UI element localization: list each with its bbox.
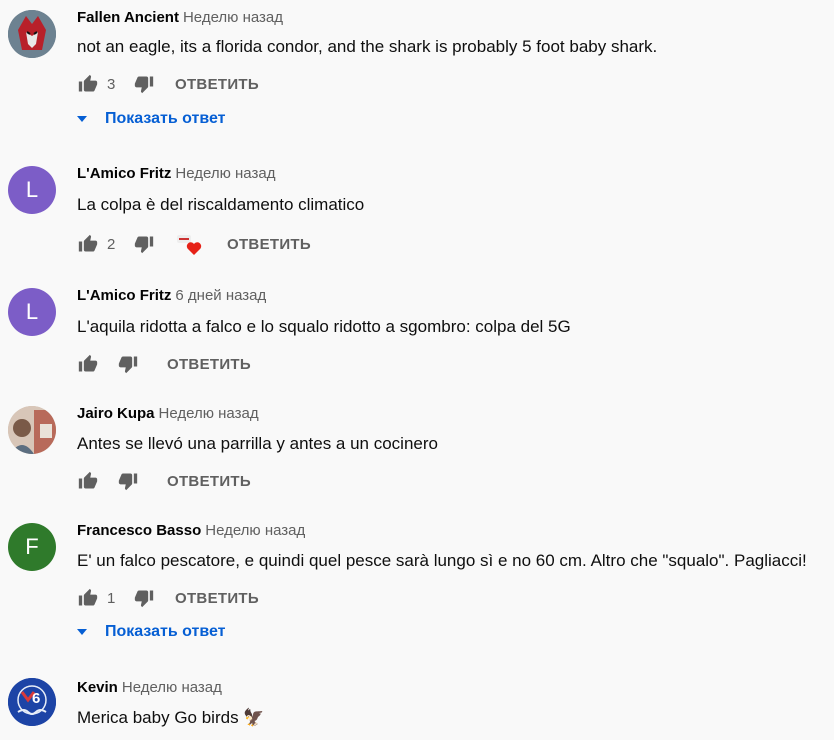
avatar-letter: L [25,299,39,324]
thumbs-down-icon[interactable] [133,233,155,255]
thumbs-up-icon[interactable] [77,470,99,492]
avatar-number: 6 [32,690,41,707]
comment-header: L'Amico Fritz 6 дней назад [77,287,266,304]
robot-mask-avatar-icon[interactable] [8,10,56,58]
timestamp[interactable]: Неделю назад [205,522,305,539]
thumbs-up-icon[interactable] [77,233,99,255]
timestamp[interactable]: Неделю назад [159,405,259,422]
comment-text: Merica baby Go birds 🦅 [77,708,265,727]
comment-text: not an eagle, its a florida condor, and … [77,37,658,56]
like-count: 3 [107,75,116,93]
author-name[interactable]: Jairo Kupa [77,405,155,422]
thumbs-down-icon[interactable] [133,73,155,95]
letter-avatar-icon[interactable]: L [8,166,56,214]
author-name[interactable]: L'Amico Fritz [77,287,171,304]
thumbs-down-icon[interactable] [117,353,139,375]
comment-text: La colpa è del riscaldamento climatico [77,195,365,214]
reply-button[interactable]: ОТВЕТИТЬ [167,473,251,490]
comment-text: E' un falco pescatore, e quindi quel pes… [77,551,807,570]
comment-actions: 1 ОТВЕТИТЬ [77,586,259,610]
show-replies-label: Показать ответ [105,110,226,127]
thumbs-down-icon[interactable] [117,470,139,492]
comment-text: Antes se llevó una parrilla y antes a un… [77,434,438,453]
author-name[interactable]: Kevin [77,679,118,696]
show-replies-button[interactable]: Показать ответ [77,623,226,641]
show-replies-button[interactable]: Показать ответ [77,110,226,128]
letter-avatar-icon[interactable]: F [8,523,56,571]
comment-actions: ОТВЕТИТЬ [77,469,251,493]
letter-avatar-icon[interactable]: L [8,288,56,336]
author-name[interactable]: Fallen Ancient [77,9,179,26]
author-name[interactable]: L'Amico Fritz [77,165,171,182]
comment-header: Jairo Kupa Неделю назад [77,405,259,422]
reply-button[interactable]: ОТВЕТИТЬ [227,236,311,253]
timestamp[interactable]: Неделю назад [175,165,275,182]
show-replies-label: Показать ответ [105,623,226,640]
comment-header: Francesco Basso Неделю назад [77,522,305,539]
timestamp[interactable]: Неделю назад [183,9,283,26]
76ers-logo-avatar-icon[interactable]: 6 [8,678,56,726]
reply-button[interactable]: ОТВЕТИТЬ [175,76,259,93]
comment-header: Kevin Неделю назад [77,679,222,696]
avatar-letter: L [25,177,39,202]
comment-header: L'Amico Fritz Неделю назад [77,165,275,182]
thumbs-down-icon[interactable] [133,587,155,609]
comment-text: L'aquila ridotta a falco e lo squalo rid… [77,317,571,336]
creator-heart-icon [175,233,203,255]
thumbs-up-icon[interactable] [77,587,99,609]
avatar-letter: F [25,534,39,559]
comment-actions: ОТВЕТИТЬ [77,352,251,376]
chevron-down-icon [77,116,87,122]
like-count: 1 [107,589,116,607]
like-count: 2 [107,235,116,253]
thumbs-up-icon[interactable] [77,73,99,95]
reply-button[interactable]: ОТВЕТИТЬ [167,356,251,373]
comment-actions: 2 ОТВЕТИТЬ [77,232,311,256]
timestamp[interactable]: Неделю назад [122,679,222,696]
timestamp[interactable]: 6 дней назад [175,287,266,304]
thumbs-up-icon[interactable] [77,353,99,375]
chevron-down-icon [77,629,87,635]
photo-avatar-icon[interactable] [8,406,56,454]
comment-actions: 3 ОТВЕТИТЬ [77,72,259,96]
author-name[interactable]: Francesco Basso [77,522,201,539]
reply-button[interactable]: ОТВЕТИТЬ [175,590,259,607]
comment-header: Fallen Ancient Неделю назад [77,9,283,26]
